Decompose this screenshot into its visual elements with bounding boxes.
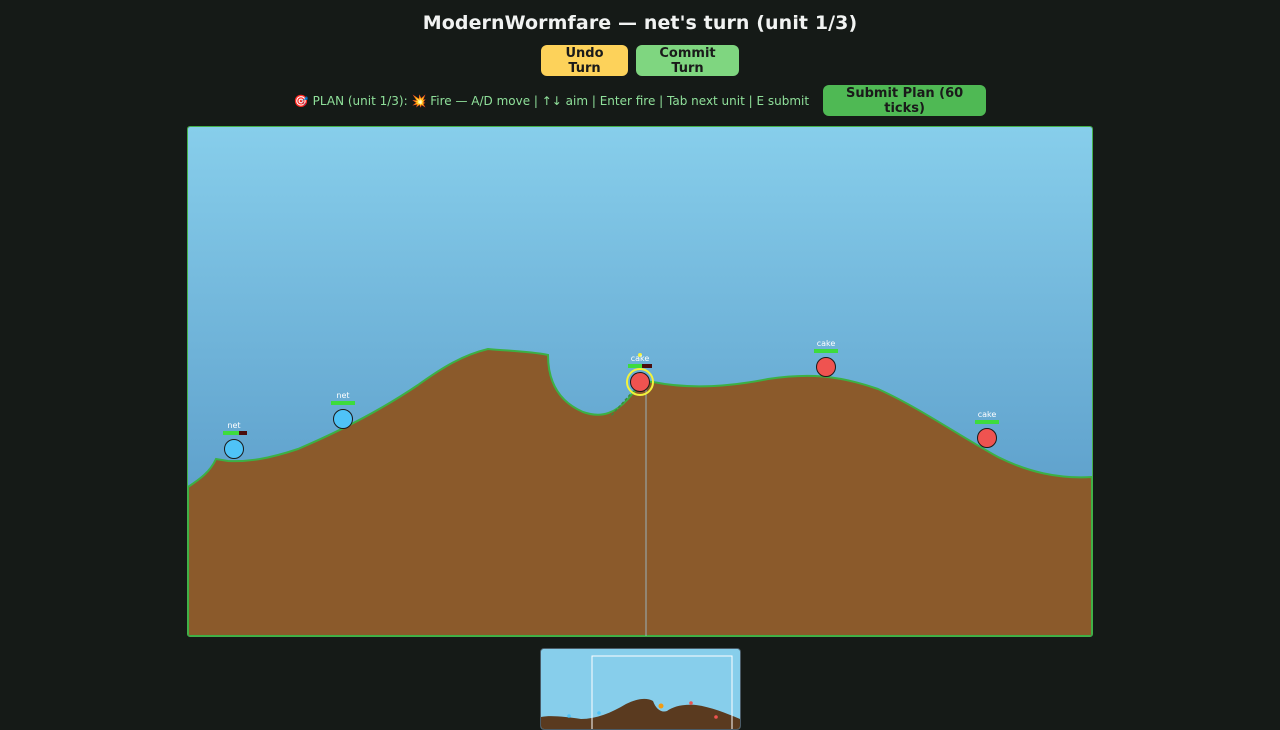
unit-label: net [336,391,349,400]
unit-body [977,428,997,448]
game-canvas[interactable]: net net cake cake cake [187,126,1093,637]
submit-plan-button[interactable]: Submit Plan (60 ticks) [823,85,987,116]
unit-label: net [227,421,240,430]
unit-body [630,372,650,392]
plan-bar: 🎯 PLAN (unit 1/3): 💥 Fire — A/D move | ↑… [0,85,1280,116]
turn-controls: Undo Turn Commit Turn [0,45,1280,76]
minimap-unit-marker-selected [658,703,664,709]
plan-instructions: 🎯 PLAN (unit 1/3): 💥 Fire — A/D move | ↑… [293,93,810,108]
minimap[interactable] [540,648,741,730]
minimap-unit-marker [597,711,601,715]
commit-turn-button[interactable]: Commit Turn [636,45,739,76]
page-title: ModernWormfare — net's turn (unit 1/3) [422,12,858,34]
health-bar-fill [628,364,642,368]
undo-turn-button[interactable]: Undo Turn [541,45,628,76]
unit-body [333,409,353,429]
unit-label: cake [631,354,650,363]
minimap-unit-marker [714,715,718,719]
unit-label: cake [978,410,997,419]
health-bar-fill [814,349,838,353]
minimap-unit-marker [689,701,693,705]
health-bar-fill [975,420,999,424]
health-bar-fill [331,401,355,405]
unit-body [816,357,836,377]
unit-body [224,439,244,459]
minimap-unit-marker [567,714,571,718]
unit-label: cake [817,339,836,348]
health-bar-fill [223,431,239,435]
